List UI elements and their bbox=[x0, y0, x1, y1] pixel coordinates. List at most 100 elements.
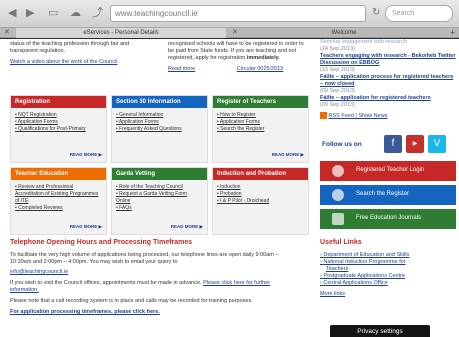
share-icon[interactable]: ⤴ bbox=[92, 7, 103, 19]
card-section-30[interactable]: Section 30 Information • General Informa… bbox=[111, 95, 208, 163]
card-title: Induction and Probation bbox=[213, 168, 308, 180]
card-title: Garda Vetting bbox=[112, 168, 207, 180]
news-item[interactable]: Fáilte – application process for registe… bbox=[320, 74, 456, 88]
useful-link[interactable]: › Department of Education and Skills bbox=[320, 252, 456, 259]
news-item[interactable]: Seminar engagement with research bbox=[320, 39, 456, 46]
tab-close-icon[interactable]: ✕ bbox=[232, 28, 238, 38]
free-journals-button[interactable]: Free Education Journals bbox=[320, 209, 456, 229]
news-item[interactable]: Fáilte – application for registered teac… bbox=[320, 95, 456, 102]
useful-link-cont[interactable]: Teachers bbox=[320, 266, 456, 273]
card-link[interactable]: • Application Forms bbox=[217, 119, 304, 126]
address-bar[interactable]: www.teachingcouncil.ie bbox=[110, 5, 366, 22]
news-date: (09 Sep 2013) bbox=[320, 88, 355, 94]
card-title: Teacher Education bbox=[11, 168, 106, 180]
back-arrow-icon[interactable]: ◀ bbox=[8, 7, 16, 19]
useful-link[interactable]: › National Induction Programme for bbox=[320, 259, 456, 266]
card-link[interactable]: • NQT Registration bbox=[15, 112, 102, 119]
tab-close-icon[interactable]: ✕ bbox=[4, 28, 10, 38]
card-link[interactable]: • Qualifications for Post-Primary bbox=[15, 126, 102, 133]
web-page: status of the teaching profession throug… bbox=[0, 39, 459, 337]
card-title: Registration bbox=[11, 96, 106, 108]
card-link[interactable]: • How to Register bbox=[217, 112, 304, 119]
circular-link[interactable]: Circular 0025/2013 bbox=[237, 66, 283, 72]
card-title: Section 30 Information bbox=[112, 96, 207, 108]
telephone-p1: To facilitate the very high volume of ap… bbox=[10, 252, 279, 258]
card-title: Register of Teachers bbox=[213, 96, 308, 108]
browser-toolbar: ◀ ▶ ▭ ☁ ⤴ www.teachingcouncil.ie ↻ Searc… bbox=[0, 0, 459, 28]
card-link[interactable]: • FAQs bbox=[116, 205, 203, 212]
further-info-link[interactable]: Please click here for further bbox=[203, 280, 270, 286]
tab-eservices[interactable]: eServices - Personal Details bbox=[16, 28, 226, 38]
facebook-icon[interactable]: f bbox=[384, 135, 402, 153]
news-date: (13 Sep 2013) bbox=[320, 67, 355, 73]
read-more-link[interactable]: Read more bbox=[168, 66, 195, 72]
read-more-link[interactable]: READ MORE ▶ bbox=[272, 152, 304, 158]
card-link[interactable]: • Frequently Asked Questions bbox=[116, 126, 203, 133]
rss-icon[interactable] bbox=[320, 112, 327, 119]
news-item[interactable]: Teachers engaging with research - Bekoih… bbox=[320, 53, 456, 67]
read-more-link[interactable]: READ MORE ▶ bbox=[171, 224, 203, 230]
news-date: (09 Sep 2013) bbox=[320, 102, 355, 108]
card-induction-probation[interactable]: Induction and Probation • Induction • Pr… bbox=[212, 167, 309, 235]
youtube-icon[interactable]: ▶ bbox=[406, 135, 424, 153]
follow-us: Follow us on f ▶ V bbox=[320, 135, 456, 157]
tab-welcome[interactable]: Welcome bbox=[244, 28, 444, 38]
card-link[interactable]: • General Information bbox=[116, 112, 203, 119]
card-register-of-teachers[interactable]: Register of Teachers • How to Register •… bbox=[212, 95, 309, 163]
bookmarks-icon[interactable]: ▭ bbox=[48, 7, 58, 19]
card-garda-vetting[interactable]: Garda Vetting • Role of the Teaching Cou… bbox=[111, 167, 208, 235]
card-link[interactable]: Accreditation of Existing Programmes bbox=[15, 191, 102, 198]
card-link[interactable]: • Review and Professional bbox=[15, 184, 102, 191]
book-icon bbox=[332, 213, 344, 225]
cloud-icon[interactable]: ☁ bbox=[70, 7, 81, 19]
search-icon bbox=[332, 189, 344, 201]
intro-immediately: immediately. bbox=[246, 55, 280, 61]
further-info-link-2[interactable]: information. bbox=[10, 287, 310, 294]
intro-middle-line-1: recognised schools will have to be regis… bbox=[168, 41, 304, 47]
useful-links-heading: Useful Links bbox=[320, 239, 362, 246]
email-link[interactable]: info@teachingcouncil.ie bbox=[10, 269, 310, 276]
read-more-link[interactable]: READ MORE ▶ bbox=[70, 224, 102, 230]
card-link[interactable]: • Probation bbox=[217, 191, 304, 198]
search-register-button[interactable]: Search the Register bbox=[320, 185, 456, 205]
user-icon bbox=[332, 165, 344, 177]
intro-middle-line-3: registered, apply for registration bbox=[168, 55, 246, 61]
card-registration[interactable]: Registration • NQT Registration • Applic… bbox=[10, 95, 107, 163]
forward-arrow-icon[interactable]: ▶ bbox=[26, 7, 34, 19]
telephone-p3: Please note that a call recording system… bbox=[10, 298, 253, 304]
card-link[interactable]: of ITE bbox=[15, 198, 102, 205]
card-link[interactable]: • Induction bbox=[217, 184, 304, 191]
timeframes-link[interactable]: For application processing timeframes, p… bbox=[10, 309, 310, 316]
telephone-section: Telephone Opening Hours and Processing T… bbox=[10, 239, 310, 316]
useful-links: Useful Links › Department of Education a… bbox=[320, 239, 456, 298]
card-link[interactable]: • Application Forms bbox=[15, 119, 102, 126]
search-input[interactable]: Search bbox=[385, 5, 453, 22]
rss-link[interactable]: RSS Feed | Show News bbox=[329, 113, 388, 119]
card-link[interactable]: • Completed Reviews bbox=[15, 205, 102, 212]
telephone-p1b: 10:30am and 2:00pm – 4:00pm. You may wis… bbox=[10, 259, 178, 265]
reload-icon[interactable]: ↻ bbox=[372, 7, 380, 18]
new-tab-icon[interactable]: + bbox=[450, 28, 455, 38]
privacy-settings-button[interactable]: Privacy settings bbox=[330, 325, 430, 337]
telephone-heading: Telephone Opening Hours and Processing T… bbox=[10, 239, 193, 246]
intro-line-2: transparent regulation. bbox=[10, 48, 66, 54]
telephone-p2: If you wish to visit the Council offices… bbox=[10, 280, 202, 286]
card-teacher-education[interactable]: Teacher Education • Review and Professio… bbox=[10, 167, 107, 235]
registered-teacher-login-button[interactable]: Registered Teacher Login bbox=[320, 161, 456, 181]
news-list: Seminar engagement with research (24 Sep… bbox=[320, 39, 456, 120]
useful-link[interactable]: › Central Applications Office bbox=[320, 280, 456, 287]
card-link[interactable]: Online bbox=[116, 198, 203, 205]
more-links[interactable]: More links bbox=[320, 291, 456, 298]
card-link[interactable]: • Request a Garda Vetting Form bbox=[116, 191, 203, 198]
follow-label: Follow us on bbox=[322, 141, 362, 148]
card-link[interactable]: • Application Forms bbox=[116, 119, 203, 126]
card-link[interactable]: • I & P Pilot - Droichead bbox=[217, 198, 304, 205]
useful-link[interactable]: › Postgraduate Applications Centre bbox=[320, 273, 456, 280]
card-link[interactable]: • Role of the Teaching Council bbox=[116, 184, 203, 191]
card-link[interactable]: • Search the Register bbox=[217, 126, 304, 133]
read-more-link[interactable]: READ MORE ▶ bbox=[70, 152, 102, 158]
vimeo-icon[interactable]: V bbox=[428, 135, 446, 153]
intro-middle-line-2: be paid from State funds. If you are tea… bbox=[168, 48, 297, 54]
intro-line-1: status of the teaching profession throug… bbox=[10, 41, 130, 47]
video-link[interactable]: Watch a video about the work of the Coun… bbox=[10, 59, 150, 66]
